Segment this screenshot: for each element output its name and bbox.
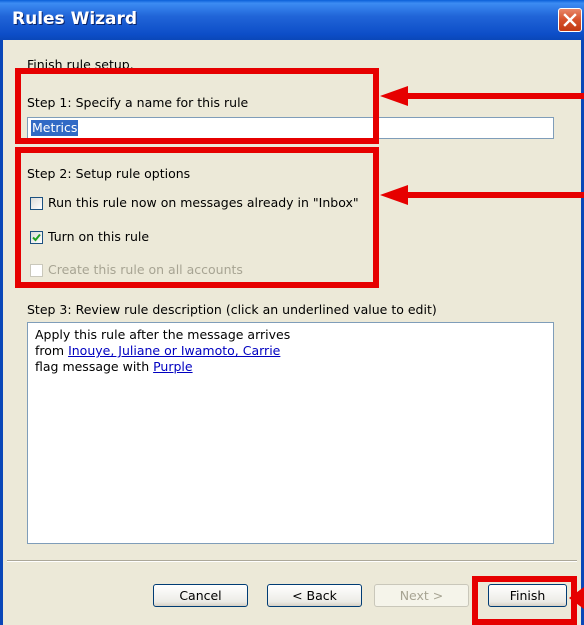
close-icon <box>563 13 577 27</box>
description-line-3: flag message with Purple <box>35 359 553 375</box>
finish-arrow-icon <box>569 587 584 609</box>
description-from-text: from <box>35 343 69 358</box>
finish-highlight-box <box>472 576 577 625</box>
flag-color-link[interactable]: Purple <box>153 359 192 374</box>
back-button[interactable]: < Back <box>267 584 362 607</box>
separator <box>7 560 577 562</box>
description-line-2: from Inouye, Juliane or Iwamoto, Carrie <box>35 343 553 359</box>
window-title: Rules Wizard <box>12 9 138 29</box>
close-button[interactable] <box>558 8 582 32</box>
step1-arrow-icon <box>380 86 584 106</box>
step1-highlight-box <box>15 68 379 144</box>
rules-wizard-dialog: Rules Wizard Finish rule setup. Step 1: … <box>0 0 584 625</box>
step2-arrow-icon <box>380 185 584 205</box>
window-frame-left <box>0 40 3 625</box>
rule-description-box: Apply this rule after the message arrive… <box>27 322 554 544</box>
description-line-1: Apply this rule after the message arrive… <box>35 327 291 342</box>
title-bar[interactable]: Rules Wizard <box>0 0 584 40</box>
cancel-button[interactable]: Cancel <box>153 584 248 607</box>
people-link[interactable]: Inouye, Juliane or Iwamoto, Carrie <box>68 343 280 358</box>
step2-highlight-box <box>15 147 379 288</box>
description-flag-text: flag message with <box>35 359 154 374</box>
step3-label: Step 3: Review rule description (click a… <box>27 302 437 317</box>
next-button: Next > <box>374 584 469 607</box>
